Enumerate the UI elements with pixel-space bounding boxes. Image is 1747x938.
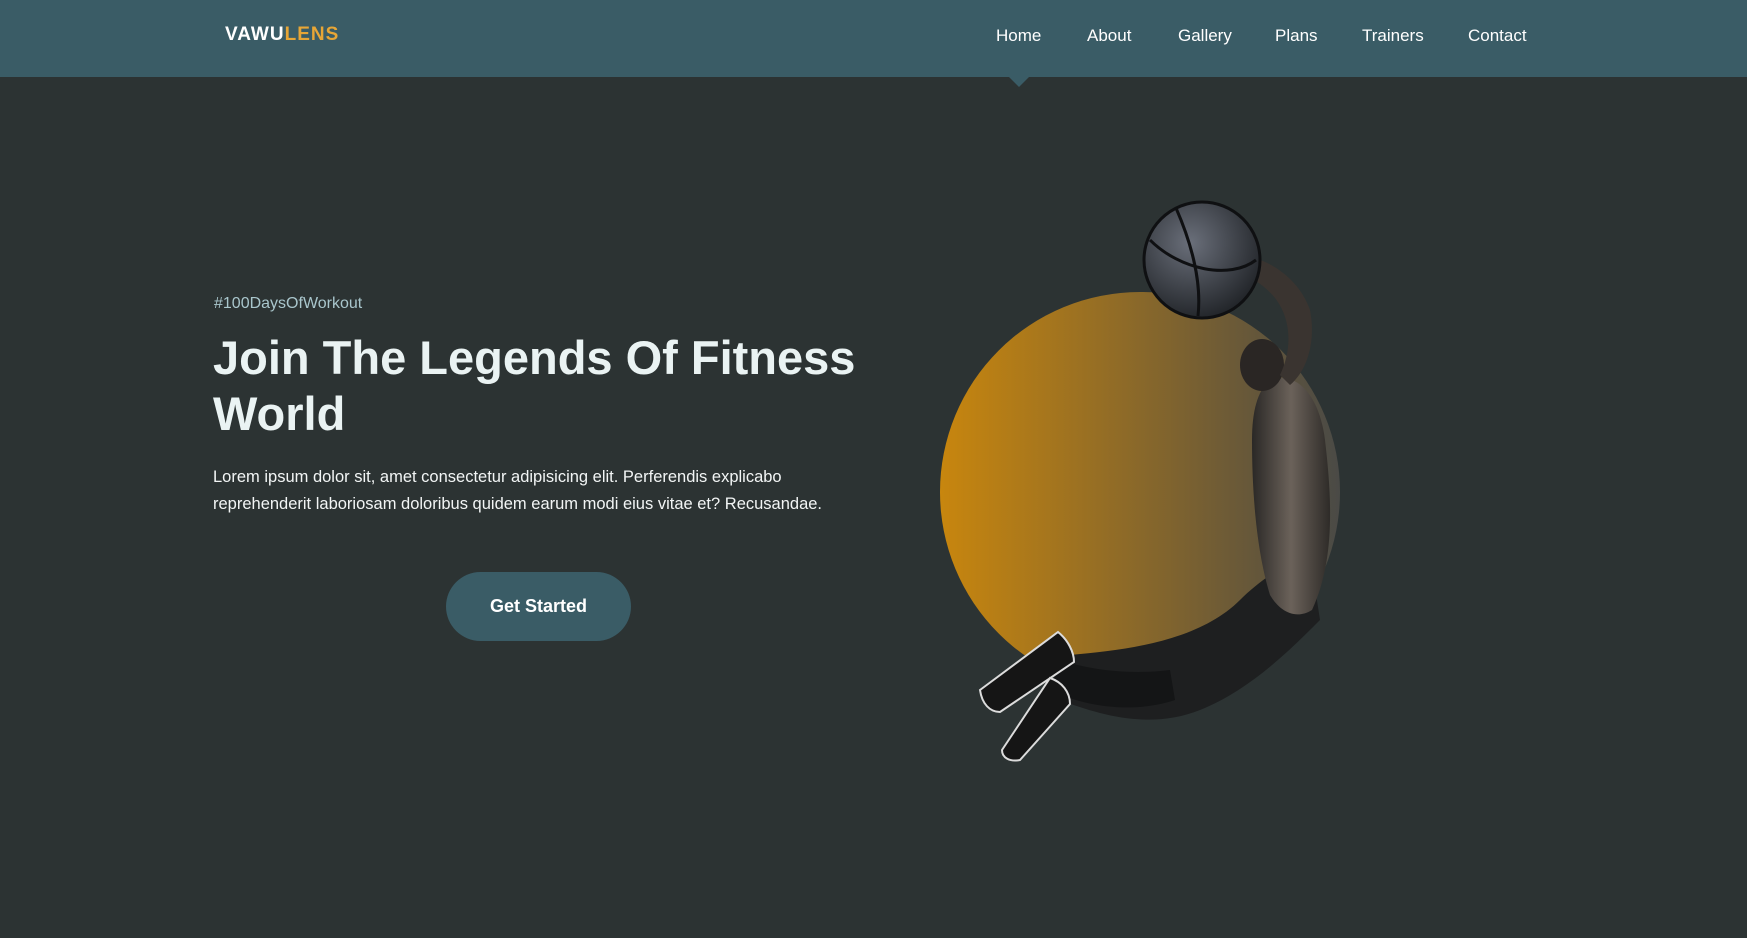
brand-name-accent: LENS: [284, 24, 340, 45]
nav-link-trainers[interactable]: Trainers: [1362, 26, 1424, 46]
hero-description: Lorem ipsum dolor sit, amet consectetur …: [213, 468, 823, 513]
hero-headline: Join The Legends Of Fitness World: [213, 331, 856, 440]
nav-link-plans[interactable]: Plans: [1275, 26, 1318, 46]
hero-tagline: #100DaysOfWorkout: [214, 295, 363, 312]
nav-link-about[interactable]: About: [1087, 26, 1131, 46]
medicine-ball: [1142, 200, 1262, 320]
hero-athlete-illustration: [940, 200, 1340, 762]
nav-link-gallery[interactable]: Gallery: [1178, 26, 1232, 46]
active-nav-indicator: [1009, 77, 1029, 87]
brand-logo[interactable]: VAWULENS: [225, 24, 339, 46]
nav-link-contact[interactable]: Contact: [1468, 26, 1527, 46]
navbar: VAWULENS Home About Gallery Plans Traine…: [0, 0, 1747, 77]
get-started-button[interactable]: Get Started: [446, 572, 631, 641]
brand-name-primary: VAWU: [225, 24, 285, 45]
nav-link-home[interactable]: Home: [996, 26, 1041, 46]
